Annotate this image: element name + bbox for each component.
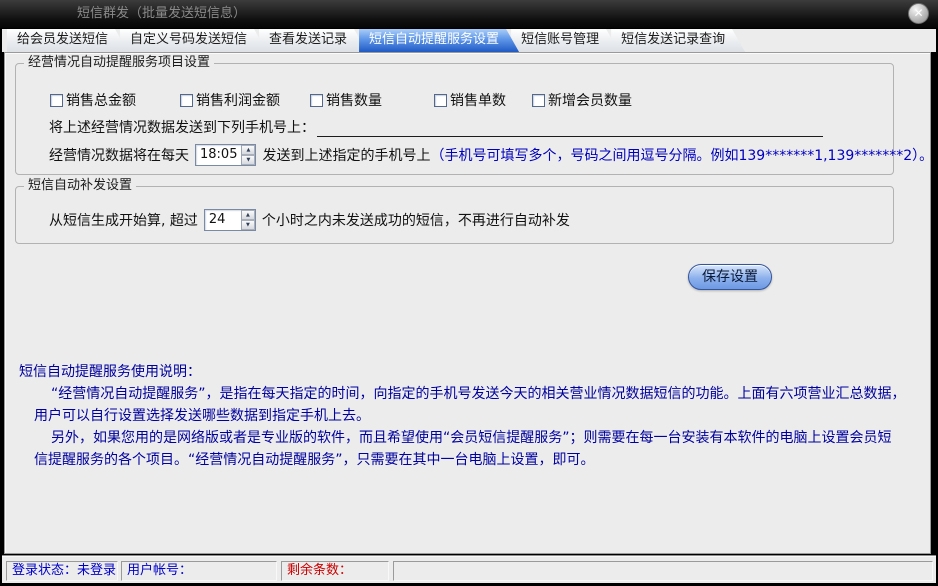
checkbox-row: 销售总金额 销售利润金额 销售数量 销售单数 新增会员数量 [16, 90, 893, 106]
tab-send-to-custom-numbers[interactable]: 自定义号码发送短信 [120, 29, 267, 52]
instructions-line: 用户可以自行设置选择发送哪些数据到指定手机上去。 [34, 405, 924, 427]
checkbox-icon[interactable] [180, 94, 193, 107]
remaining-count-label: 剩余条数： [281, 561, 389, 581]
spin-up-icon[interactable]: ▲ [242, 210, 255, 220]
user-account-label: 用户帐号： [121, 561, 277, 581]
checkbox-icon[interactable] [434, 94, 447, 107]
window-title: 短信群发（批量发送短信息） [77, 6, 246, 21]
tab-sms-account-management[interactable]: 短信账号管理 [511, 29, 619, 52]
spin-down-icon[interactable]: ▼ [242, 155, 255, 165]
tab-send-record-query[interactable]: 短信发送记录查询 [611, 29, 745, 52]
close-icon[interactable]: ✕ [908, 3, 929, 24]
tab-auto-reminder-settings[interactable]: 短信自动提醒服务设置 [359, 29, 519, 52]
hours-spinner[interactable]: 24 ▲ ▼ [204, 209, 256, 231]
status-spacer-panel [393, 561, 933, 581]
time-spinner[interactable]: 18:05 ▲ ▼ [195, 144, 256, 166]
reminder-settings-group: 经营情况自动提醒服务项目设置 销售总金额 销售利润金额 销售数量 销售单数 [15, 63, 894, 175]
auto-resend-group: 短信自动补发设置 从短信生成开始算, 超过 24 ▲ ▼ 个小时之内未发送成功的… [15, 186, 894, 244]
phone-number-row: 将上述经营情况数据发送到下列手机号上： [49, 117, 823, 137]
spinner-buttons: ▲ ▼ [241, 210, 255, 230]
usage-instructions: 短信自动提醒服务使用说明： “经营情况自动提醒服务”，是指在每天指定的时间，向指… [19, 361, 924, 471]
resend-suffix-label: 个小时之内未发送成功的短信，不再进行自动补发 [262, 210, 570, 230]
checkbox-icon[interactable] [532, 94, 545, 107]
checkbox-icon[interactable] [310, 94, 323, 107]
title-bar: 短信群发（批量发送短信息） ✕ [0, 0, 938, 28]
tab-view-send-records[interactable]: 查看发送记录 [259, 29, 367, 52]
checkbox-sales-quantity[interactable]: 销售数量 [310, 90, 382, 110]
spinner-buttons: ▲ ▼ [241, 145, 255, 165]
tab-bar: 给会员发送短信 自定义号码发送短信 查看发送记录 短信自动提醒服务设置 短信账号… [2, 29, 936, 52]
tab-content-panel: 经营情况自动提醒服务项目设置 销售总金额 销售利润金额 销售数量 销售单数 [4, 52, 931, 554]
time-value: 18:05 [196, 145, 241, 165]
send-time-prefix-label: 经营情况数据将在每天 [49, 145, 189, 165]
checkbox-sales-profit[interactable]: 销售利润金额 [180, 90, 280, 110]
reminder-group-title: 经营情况自动提醒服务项目设置 [24, 55, 214, 71]
checkbox-icon[interactable] [50, 94, 63, 107]
hours-value: 24 [205, 210, 241, 230]
instructions-line: 另外，如果您用的是网络版或者是专业版的软件，而且希望使用“会员短信提醒服务”；则… [51, 427, 924, 449]
resend-prefix-label: 从短信生成开始算, 超过 [49, 210, 198, 230]
phone-numbers-label: 将上述经营情况数据发送到下列手机号上： [49, 117, 315, 137]
resend-hours-row: 从短信生成开始算, 超过 24 ▲ ▼ 个小时之内未发送成功的短信，不再进行自动… [49, 209, 570, 231]
checkbox-order-count[interactable]: 销售单数 [434, 90, 506, 110]
send-time-row: 经营情况数据将在每天 18:05 ▲ ▼ 发送到上述指定的手机号上 （手机号可填… [49, 144, 933, 166]
checkbox-new-members[interactable]: 新增会员数量 [532, 90, 632, 110]
instructions-line: “经营情况自动提醒服务”，是指在每天指定的时间，向指定的手机号发送今天的相关营业… [51, 383, 924, 405]
save-settings-button[interactable]: 保存设置 [688, 264, 772, 290]
resend-group-title: 短信自动补发设置 [24, 178, 136, 194]
tab-send-to-members[interactable]: 给会员发送短信 [7, 29, 128, 52]
send-time-suffix-label: 发送到上述指定的手机号上 [262, 145, 430, 165]
spin-down-icon[interactable]: ▼ [242, 220, 255, 230]
login-status: 登录状态：未登录 [6, 561, 118, 581]
checkbox-total-sales[interactable]: 销售总金额 [50, 90, 136, 110]
instructions-title: 短信自动提醒服务使用说明： [19, 361, 924, 383]
spin-up-icon[interactable]: ▲ [242, 145, 255, 155]
instructions-line: 信提醒服务的各个项目。“经营情况自动提醒服务”，只需要在其中一台电脑上设置，即可… [34, 449, 924, 471]
status-bar: 登录状态：未登录 用户帐号： 剩余条数： [2, 556, 936, 583]
app-window: 短信群发（批量发送短信息） ✕ 给会员发送短信 自定义号码发送短信 查看发送记录… [0, 0, 938, 586]
phone-format-hint: （手机号可填写多个，号码之间用逗号分隔。例如139*******1,139***… [430, 145, 933, 165]
phone-numbers-input[interactable] [317, 118, 823, 137]
